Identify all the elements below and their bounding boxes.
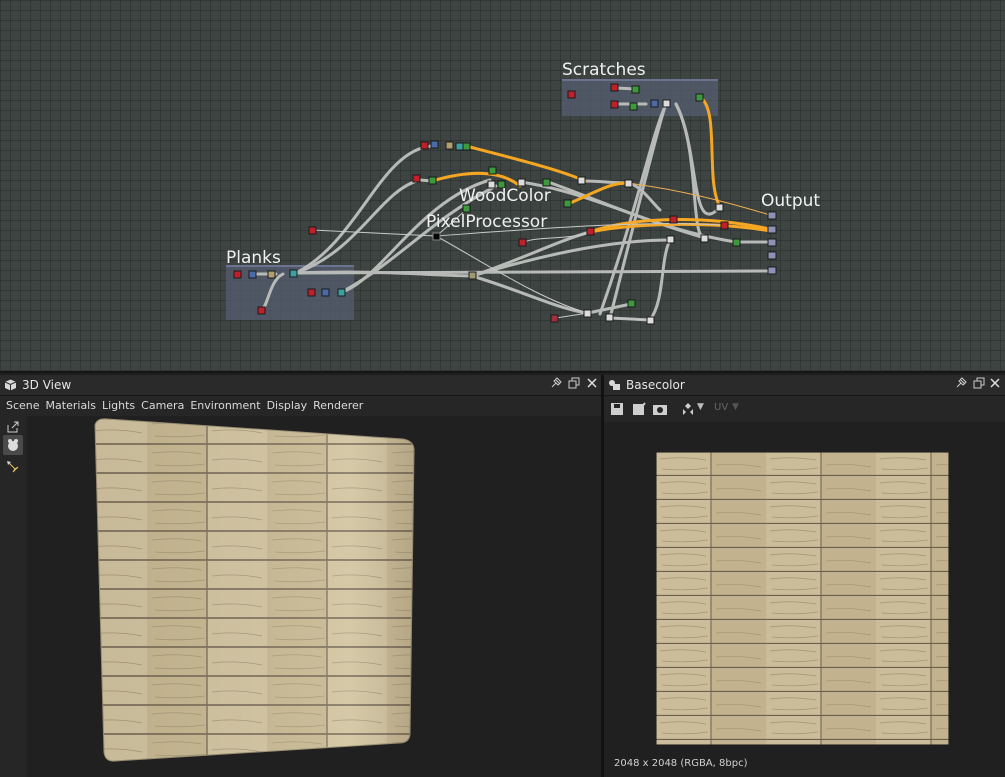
menu-renderer[interactable]: Renderer	[313, 396, 363, 416]
viewport-3d[interactable]	[27, 416, 601, 777]
bitmap-icon	[609, 380, 620, 390]
menu-environment[interactable]: Environment	[190, 396, 260, 416]
pin-icon[interactable]	[548, 377, 564, 393]
panel-3d-view: 3D View Scene Materials Lights Camera Enviro…	[0, 375, 604, 777]
menu-materials[interactable]: Materials	[46, 396, 96, 416]
panel-basecolor-toolbar: ▼ UV ▼	[604, 396, 1005, 422]
float-icon[interactable]	[566, 377, 582, 393]
frame-title-pixelprocessor: PixelProcessor	[426, 212, 548, 232]
frame-title-scratches: Scratches	[562, 60, 646, 80]
float-icon[interactable]	[971, 377, 987, 393]
light-tool-icon[interactable]	[5, 459, 21, 475]
panel-3d-menubar: Scene Materials Lights Camera Environment Dis…	[0, 396, 601, 416]
pin-icon[interactable]	[953, 377, 969, 393]
menu-display[interactable]: Display	[267, 396, 308, 416]
export-icon[interactable]	[631, 401, 647, 417]
frame-scratches[interactable]	[562, 80, 718, 116]
camera-tool-icon	[8, 439, 18, 451]
close-icon[interactable]	[584, 377, 600, 393]
cube-icon	[4, 379, 17, 391]
camera-tool-button[interactable]	[3, 435, 23, 455]
graph-view[interactable]: Scratches Planks Output WoodColor PixelP…	[0, 0, 1005, 373]
frame-title-output: Output	[761, 191, 821, 211]
snapshot-icon[interactable]	[652, 401, 668, 417]
texture-info: 2048 x 2048 (RGBA, 8bpc)	[614, 758, 748, 769]
panel-basecolor: Basecolor ▼ UV ▼ 2048 x 2048 (RGBA, 8bpc…	[604, 375, 1005, 777]
export-icon[interactable]	[5, 419, 21, 435]
menu-camera[interactable]: Camera	[141, 396, 184, 416]
panel-3d-title: 3D View	[22, 378, 72, 392]
plank-plane-render	[94, 418, 415, 762]
save-icon[interactable]	[609, 401, 625, 417]
panel-3d-titlebar[interactable]: 3D View	[0, 375, 601, 396]
frame-title-planks: Planks	[226, 248, 281, 268]
menu-lights[interactable]: Lights	[102, 396, 135, 416]
panel-basecolor-titlebar[interactable]: Basecolor	[604, 375, 1005, 396]
close-icon[interactable]	[987, 377, 1003, 393]
uv-chevron-icon: ▼	[732, 402, 739, 412]
basecolor-texture	[656, 452, 949, 745]
panel-3d-toolbar	[0, 416, 26, 777]
frame-title-woodcolor: WoodColor	[459, 186, 551, 206]
uv-toggle[interactable]: UV	[714, 402, 728, 413]
panel-basecolor-title: Basecolor	[626, 378, 685, 392]
chevron-down-icon[interactable]: ▼	[697, 402, 704, 412]
display-mode-icon[interactable]	[680, 401, 696, 417]
menu-scene[interactable]: Scene	[6, 396, 40, 416]
viewport-2d[interactable]: 2048 x 2048 (RGBA, 8bpc)	[604, 422, 1005, 777]
